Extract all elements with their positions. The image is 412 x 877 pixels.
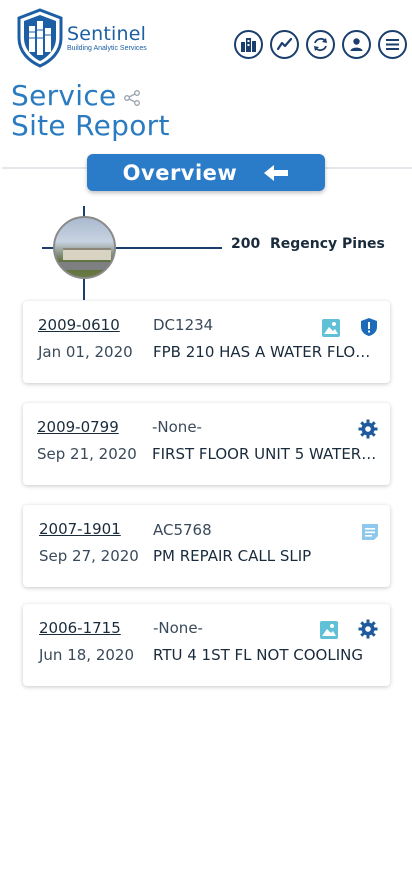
gear-icon[interactable]	[358, 619, 378, 639]
arrow-left-icon	[264, 164, 289, 181]
report-id-link[interactable]: 2009-0799	[37, 418, 119, 436]
report-description: PM REPAIR CALL SLIP	[153, 547, 312, 565]
report-card[interactable]: 2006-1715 Jun 18, 2020 -None- RTU 4 1ST …	[23, 604, 390, 686]
report-id-link[interactable]: 2007-1901	[39, 520, 121, 538]
report-id-link[interactable]: 2009-0610	[38, 316, 120, 334]
report-date: Sep 21, 2020	[37, 445, 137, 463]
page-title: Service Site Report	[11, 81, 170, 141]
brand-logo[interactable]: Sentinel Building Analytic Services	[15, 8, 147, 68]
report-code: -None-	[153, 619, 203, 637]
report-card[interactable]: 2007-1901 Sep 27, 2020 AC5768 PM REPAIR …	[23, 505, 390, 587]
page-title-line2: Site Report	[11, 109, 170, 142]
header-actions	[234, 30, 407, 59]
site-address[interactable]: 200 Regency Pines	[231, 236, 385, 252]
report-card[interactable]: 2009-0799 Sep 21, 2020 -None- FIRST FLOO…	[23, 403, 390, 485]
site-photo-road	[55, 262, 114, 270]
report-card[interactable]: 2009-0610 Jan 01, 2020 DC1234 FPB 210 HA…	[23, 301, 390, 383]
site-photo-building	[63, 248, 111, 260]
report-date: Sep 27, 2020	[39, 547, 139, 565]
report-id-link[interactable]: 2006-1715	[39, 619, 121, 637]
overview-button[interactable]: Overview	[87, 154, 325, 191]
analytics-icon[interactable]	[270, 30, 299, 59]
user-icon[interactable]	[342, 30, 371, 59]
report-description: FIRST FLOOR UNIT 5 WATER LEAK	[152, 445, 377, 463]
menu-icon[interactable]	[378, 30, 407, 59]
report-date: Jun 18, 2020	[39, 646, 135, 664]
report-description: RTU 4 1ST FL NOT COOLING	[153, 646, 363, 664]
site-photo[interactable]	[53, 216, 116, 279]
note-icon[interactable]	[360, 522, 380, 542]
report-date: Jan 01, 2020	[38, 343, 133, 361]
app-header: Sentinel Building Analytic Services	[0, 0, 412, 75]
shield-alert-icon[interactable]	[359, 317, 379, 337]
page-title-line1: Service	[11, 79, 117, 112]
buildings-icon[interactable]	[234, 30, 263, 59]
report-description: FPB 210 HAS A WATER FLOW SWITCH	[153, 343, 378, 361]
overview-label: Overview	[122, 160, 238, 185]
report-code: DC1234	[153, 316, 214, 334]
shield-logo-icon	[17, 8, 63, 68]
share-icon[interactable]	[123, 89, 141, 107]
report-code: AC5768	[153, 521, 212, 539]
sync-icon[interactable]	[306, 30, 335, 59]
brand-name: Sentinel	[67, 22, 147, 45]
image-icon[interactable]	[319, 620, 339, 640]
image-icon[interactable]	[321, 318, 341, 338]
brand-tagline: Building Analytic Services	[67, 44, 147, 52]
gear-icon[interactable]	[358, 419, 378, 439]
report-code: -None-	[152, 418, 202, 436]
